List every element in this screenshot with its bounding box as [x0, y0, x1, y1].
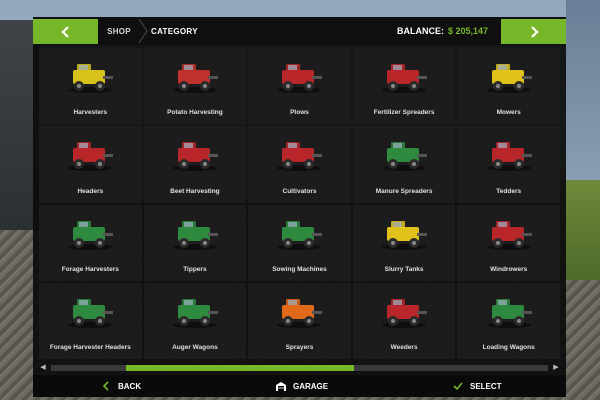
category-tile[interactable]: Slurry Tanks: [352, 204, 456, 281]
category-label: Loading Wagons: [482, 344, 535, 351]
select-button[interactable]: SELECT: [453, 375, 502, 397]
windrower-icon: [486, 220, 532, 250]
header-icon: [68, 142, 114, 172]
category-tile[interactable]: Weeders: [352, 282, 456, 359]
garage-icon: [276, 382, 286, 391]
manure-spreader-icon: [382, 142, 428, 172]
category-label: Sprayers: [285, 344, 314, 351]
category-tile[interactable]: Tedders: [457, 126, 560, 203]
sowing-machine-icon: [277, 220, 323, 250]
scroll-right-icon[interactable]: ▶: [552, 364, 560, 372]
category-tile[interactable]: Fertilizer Spreaders: [352, 48, 456, 125]
category-label: Mowers: [496, 109, 521, 117]
category-tile[interactable]: Forage Harvester Headers: [39, 282, 142, 359]
category-tile[interactable]: Plows: [248, 48, 351, 125]
beet-harvester-icon: [172, 142, 218, 172]
category-label: Tippers: [183, 265, 207, 273]
cultivator-icon: [277, 142, 323, 172]
weeder-icon: [382, 298, 428, 328]
category-tile[interactable]: Forage Harvesters: [39, 204, 142, 281]
category-tile[interactable]: Harvesters: [39, 48, 142, 125]
category-label: Plows: [290, 109, 309, 117]
scroll-thumb[interactable]: [125, 365, 355, 371]
auger-wagon-icon: [172, 298, 218, 328]
category-tile[interactable]: Cultivators: [248, 126, 351, 203]
previous-page-button[interactable]: [33, 19, 98, 44]
breadcrumb-category: CATEGORY: [151, 26, 198, 36]
scroll-left-icon[interactable]: ◀: [39, 364, 47, 372]
category-label: Forage Harvester Headers: [49, 344, 131, 351]
garage-button[interactable]: GARAGE: [276, 375, 328, 397]
category-label: Harvesters: [73, 109, 108, 117]
category-grid: Harvesters Potato Harvesting Plows Fertiliz…: [39, 48, 560, 359]
balance-value: $ 205,147: [448, 26, 489, 36]
category-tile[interactable]: Sprayers: [248, 282, 351, 359]
plow-icon: [277, 64, 323, 93]
category-label: Auger Wagons: [172, 344, 218, 351]
back-chevron-icon: [102, 381, 109, 391]
forage-header-icon: [68, 298, 114, 328]
category-label: Windrowers: [490, 265, 528, 273]
mower-icon: [486, 64, 532, 93]
breadcrumb-separator-icon: [138, 18, 148, 44]
category-label: Weeders: [390, 344, 418, 351]
garage-label: GARAGE: [293, 381, 329, 391]
category-tile[interactable]: Loading Wagons: [457, 282, 560, 359]
forage-harvester-icon: [68, 220, 114, 250]
category-label: Sowing Machines: [272, 265, 327, 273]
category-tile[interactable]: Beet Harvesting: [143, 126, 247, 203]
category-tile[interactable]: Windrowers: [457, 204, 560, 281]
select-label: SELECT: [470, 381, 502, 391]
loading-wagon-icon: [486, 298, 532, 328]
background-sky-right: [566, 0, 600, 190]
footer-bar: BACK GARAGE SELECT: [33, 375, 566, 397]
category-label: Beet Harvesting: [170, 187, 220, 195]
category-label: Potato Harvesting: [167, 109, 223, 117]
breadcrumb-shop[interactable]: SHOP: [100, 17, 138, 45]
category-label: Tedders: [496, 187, 522, 195]
next-page-button[interactable]: [501, 19, 566, 44]
checkmark-icon: [453, 382, 463, 391]
category-label: Manure Spreaders: [375, 187, 433, 195]
category-label: Slurry Tanks: [384, 265, 424, 273]
category-tile[interactable]: Headers: [39, 126, 142, 203]
category-tile[interactable]: Auger Wagons: [143, 282, 247, 359]
back-button[interactable]: BACK: [101, 375, 141, 397]
tipper-icon: [172, 220, 218, 250]
category-label: Forage Harvesters: [61, 265, 119, 273]
shop-header: SHOP CATEGORY BALANCE: $ 205,147: [33, 17, 566, 45]
background-field: [560, 180, 600, 280]
category-label: Headers: [77, 187, 104, 195]
shop-panel: SHOP CATEGORY BALANCE: $ 205,147 Harvest…: [33, 17, 566, 397]
sprayer-icon: [277, 298, 323, 328]
potato-harvester-icon: [172, 64, 218, 93]
scroll-track[interactable]: [51, 365, 548, 371]
chevron-left-icon: [60, 25, 69, 38]
category-tile[interactable]: Sowing Machines: [248, 204, 351, 281]
tedder-icon: [486, 142, 532, 172]
category-label: Cultivators: [282, 187, 317, 195]
fertilizer-spreader-icon: [382, 64, 428, 93]
category-tile[interactable]: Tippers: [143, 204, 247, 281]
slurry-tank-icon: [382, 220, 428, 250]
horizontal-scrollbar[interactable]: ◀ ▶: [39, 363, 560, 373]
category-tile[interactable]: Potato Harvesting: [143, 48, 247, 125]
category-tile[interactable]: Mowers: [457, 48, 560, 125]
balance-label: BALANCE:: [397, 26, 444, 36]
category-label: Fertilizer Spreaders: [373, 109, 435, 117]
back-label: BACK: [118, 381, 142, 391]
harvester-icon: [68, 64, 114, 93]
chevron-right-icon: [530, 25, 539, 38]
category-tile[interactable]: Manure Spreaders: [352, 126, 456, 203]
